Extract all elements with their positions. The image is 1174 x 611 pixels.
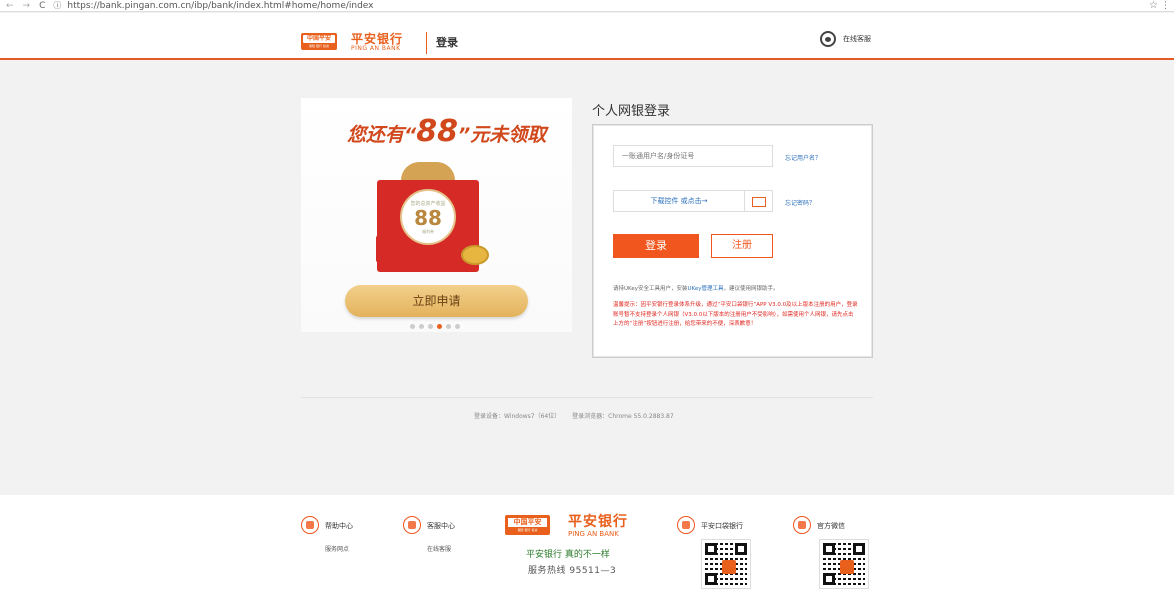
apply-now-button[interactable]: 立即申请: [345, 285, 528, 317]
device-info: 登录设备：Windows7（64位）: [474, 413, 561, 420]
bank-logo-en: PING AN BANK: [351, 45, 401, 52]
pocket-bank-qr-code: [701, 539, 751, 589]
pocket-bank-link[interactable]: 平安口袋银行: [701, 521, 743, 531]
footer-group-logo: 中国平安 保险 银行 投资: [505, 515, 550, 535]
footer-logo-badge-text: 中国平安: [508, 518, 547, 527]
login-title: 个人网银登录: [592, 104, 671, 119]
banner-headline: 您还有“88”元未领取: [347, 114, 546, 149]
qr-corner: [853, 543, 865, 555]
customer-service-icon[interactable]: [820, 31, 836, 47]
browser-nav: ← → C: [6, 1, 45, 11]
login-button[interactable]: 登录: [613, 234, 699, 258]
gift-coupon-amount: 88: [414, 206, 442, 230]
help-center-link[interactable]: 帮助中心: [325, 521, 353, 531]
mail-icon[interactable]: [301, 516, 319, 534]
branch-locator-link[interactable]: 服务网点: [325, 544, 349, 553]
gift-coupon: 您的总资产收益 88 福利券: [400, 189, 456, 245]
service-center-link[interactable]: 客服中心: [427, 521, 455, 531]
carousel-dot[interactable]: [419, 324, 424, 329]
carousel-dot[interactable]: [410, 324, 415, 329]
wechat-qr-code: [819, 539, 869, 589]
qr-corner: [823, 543, 835, 555]
qr-corner: [823, 573, 835, 585]
mobile-phone-icon[interactable]: [677, 516, 695, 534]
ukey-tool-link[interactable]: UKey管理工具: [688, 286, 724, 292]
wechat-icon[interactable]: [793, 516, 811, 534]
register-button[interactable]: 注册: [711, 234, 773, 258]
footer-logo-badge-subtext: 保险 银行 投资: [517, 528, 538, 532]
ukey-tip-pre: 请持UKey安全工具用户，安装: [613, 286, 688, 292]
site-header: 中国平安 保险 银行 投资 平安银行 PING AN BANK 登录 在线客服: [0, 13, 1174, 60]
logo-badge-subtext: 保险 银行 投资: [309, 44, 329, 48]
browser-info: 登录浏览器：Chrome 55.0.2883.87: [572, 413, 674, 420]
forward-arrow-icon[interactable]: →: [23, 1, 31, 11]
promo-banner[interactable]: 您还有“88”元未领取 您的总资产收益 88 福利券 立即申请: [301, 98, 572, 332]
logo-badge-text: 中国平安: [303, 35, 335, 43]
site-info-icon[interactable]: ⓘ: [53, 0, 61, 11]
carousel-dot[interactable]: [437, 324, 442, 329]
carousel-dot[interactable]: [446, 324, 451, 329]
official-wechat-link[interactable]: 官方微信: [817, 521, 845, 531]
login-panel: 忘记用户名？ 下载控件 或点击→ 忘记密码？ 登录 注册 请持UKey安全工具用…: [592, 124, 873, 358]
footer-slogan: 平安银行 真的不一样: [526, 550, 610, 560]
forgot-username-link[interactable]: 忘记用户名？: [785, 153, 821, 162]
ukey-tip-post: ，建议使用网银助手。: [723, 286, 779, 292]
system-info: 登录设备：Windows7（64位） 登录浏览器：Chrome 55.0.288…: [474, 411, 684, 420]
carousel-dot[interactable]: [455, 324, 460, 329]
warning-notice: 温馨提示：因平安银行登录体系升级，通过“平安口袋银行”APP V3.0.0及以上…: [613, 302, 858, 327]
phone-icon[interactable]: [403, 516, 421, 534]
bookmark-star-icon[interactable]: ☆: [1149, 0, 1158, 11]
page-title: 登录: [436, 36, 458, 49]
carousel-dots: [410, 324, 460, 329]
back-arrow-icon[interactable]: ←: [6, 1, 14, 11]
header-separator: [426, 32, 427, 54]
banner-headline-pre: 您还有“: [347, 124, 417, 146]
banner-headline-post: ”元未领取: [458, 124, 547, 146]
service-hotline: 服务热线 95511—3: [528, 566, 617, 576]
keyboard-icon[interactable]: [745, 190, 773, 212]
qr-corner: [735, 543, 747, 555]
qr-center-logo: [840, 560, 854, 574]
pingan-group-logo[interactable]: 中国平安 保险 银行 投资: [301, 33, 337, 50]
qr-center-logo: [722, 560, 736, 574]
carousel-dot[interactable]: [428, 324, 433, 329]
footer-bank-logo-cn: 平安银行: [568, 514, 628, 530]
footer-bank-logo-en: PING AN BANK: [568, 530, 619, 538]
forgot-password-link[interactable]: 忘记密码？: [785, 198, 815, 207]
qr-corner: [705, 543, 717, 555]
banner-headline-amount: 88: [416, 114, 458, 149]
browser-url-bar: ← → C ⓘ https://bank.pingan.com.cn/ibp/b…: [0, 0, 1174, 12]
site-footer: 帮助中心 服务网点 客服中心 在线客服 中国平安 保险 银行 投资 平安银行 P…: [0, 495, 1174, 611]
address-bar[interactable]: https://bank.pingan.com.cn/ibp/bank/inde…: [67, 1, 373, 11]
ukey-tip: 请持UKey安全工具用户，安装UKey管理工具，建议使用网银助手。: [613, 285, 858, 293]
gift-coupon-line3: 福利券: [422, 229, 434, 234]
online-service-footer-link[interactable]: 在线客服: [427, 544, 451, 553]
content-divider: [301, 397, 873, 398]
online-service-link[interactable]: 在线客服: [843, 34, 871, 44]
gold-coin-illustration: [461, 245, 489, 265]
reload-icon[interactable]: C: [39, 1, 45, 11]
qr-corner: [705, 573, 717, 585]
browser-menu-icon[interactable]: ⋮: [1161, 1, 1170, 11]
username-input[interactable]: [613, 145, 773, 167]
download-control-link[interactable]: 下载控件 或点击→: [613, 190, 745, 212]
